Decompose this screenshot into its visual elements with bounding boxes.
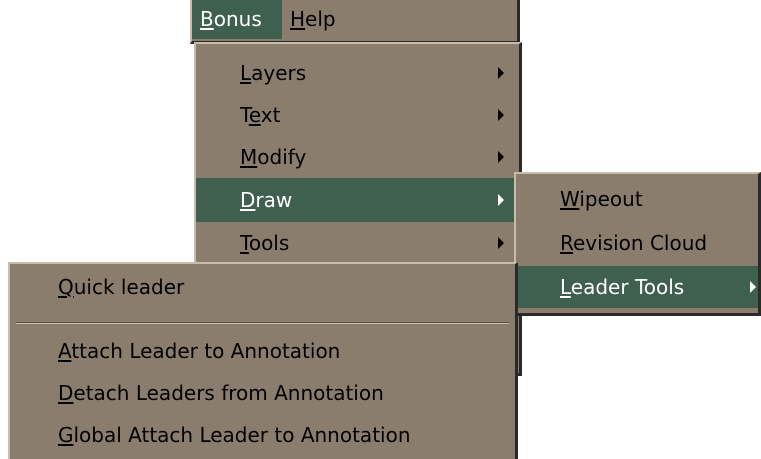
menu-item-modify[interactable]: Modify — [196, 136, 519, 178]
submenu-arrow-icon — [498, 109, 504, 121]
menu-bonus[interactable]: Bonus — [192, 0, 282, 39]
menu-item-wipeout[interactable]: Wipeout — [516, 178, 758, 220]
menu-item-global-attach-leader[interactable]: Global Attach Leader to Annotation — [10, 414, 515, 456]
menu-item-detach-leaders[interactable]: Detach Leaders from Annotation — [10, 372, 515, 414]
menu-help[interactable]: Help — [282, 0, 352, 39]
menu-item-attach-leader[interactable]: Attach Leader to Annotation — [10, 330, 515, 372]
menu-item-draw[interactable]: Draw — [196, 178, 519, 222]
leader-tools-submenu: Quick leader Attach Leader to Annotation… — [8, 262, 518, 459]
submenu-arrow-icon — [498, 194, 504, 206]
menu-item-leader-tools[interactable]: Leader Tools — [516, 266, 758, 308]
submenu-arrow-icon — [498, 237, 504, 249]
menu-item-revision-cloud[interactable]: Revision Cloud — [516, 222, 758, 264]
submenu-arrow-icon — [498, 67, 504, 79]
menu-item-text[interactable]: Text — [196, 94, 519, 136]
menu-separator — [16, 322, 509, 324]
menu-bar: Bonus Help — [190, 0, 520, 44]
menu-item-tools[interactable]: Tools — [196, 222, 519, 264]
submenu-arrow-icon — [498, 151, 504, 163]
menu-item-layers[interactable]: Layers — [196, 52, 519, 94]
submenu-arrow-icon — [750, 281, 756, 293]
draw-submenu: Wipeout Revision Cloud Leader Tools — [514, 172, 761, 316]
menu-item-quick-leader[interactable]: Quick leader — [10, 266, 515, 308]
